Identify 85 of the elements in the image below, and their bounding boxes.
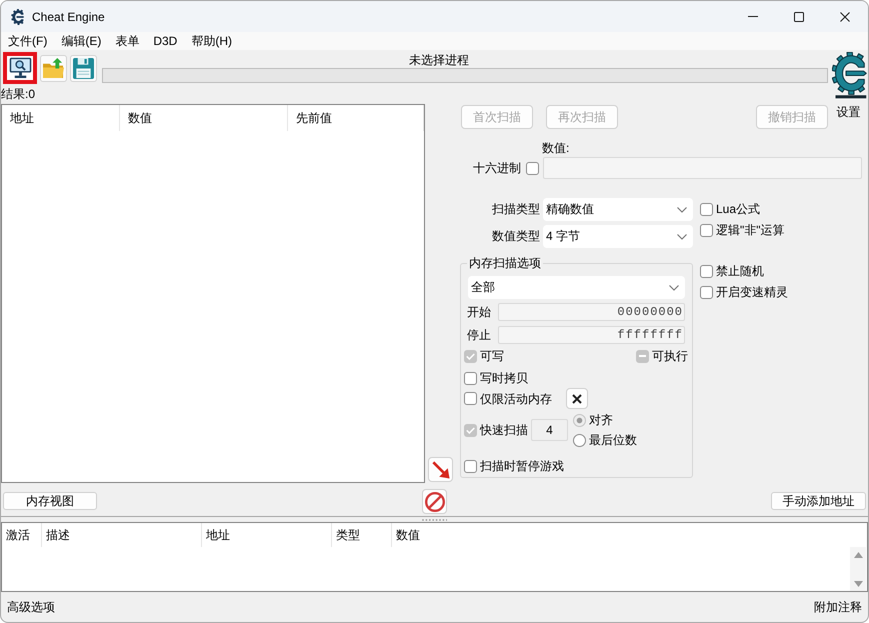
field-label: 数值类型 [491,228,540,245]
checkbox[interactable] [464,460,477,472]
checkmark-icon [466,352,475,360]
clear-button[interactable] [566,388,588,409]
start-address-field[interactable]: 00000000 [498,303,685,321]
scan-type-dropdown[interactable]: 精确数值 [543,198,693,221]
app-logo-icon [11,8,25,24]
checkbox[interactable] [700,286,713,298]
scrollbar[interactable] [850,547,866,591]
advanced-options-link[interactable]: 高级选项 [7,599,55,615]
column-header: 激活 [2,523,42,547]
value-label: 数值: [542,140,570,156]
checkbox-label: 写时拷贝 [480,370,528,386]
column-header: 先前值 [288,105,424,131]
region-dropdown[interactable]: 全部 [468,276,685,299]
checkbox-label: 禁止随机 [716,263,764,279]
memory-view-button[interactable]: 内存视图 [3,492,97,510]
field-label: 停止 [467,326,492,344]
checkbox-label: 开启变速精灵 [716,284,788,300]
checkbox-label: 可写 [480,348,504,364]
open-process-button[interactable] [3,52,37,84]
checkbox[interactable] [526,162,539,174]
group-title: 内存扫描选项 [468,256,542,270]
radio-label: 最后位数 [589,432,637,448]
folder-arrow-icon [42,58,65,78]
chevron-down-icon [677,234,687,240]
checkbox-label: 快速扫描 [480,422,528,438]
table-extras-link[interactable]: 附加注释 [814,599,862,615]
minimize-icon [748,16,758,17]
field-label: 开始 [467,304,492,320]
window-title: Cheat Engine [32,8,105,24]
cross-icon [572,394,582,404]
column-header: 描述 [42,523,202,547]
minus-icon [639,355,646,357]
open-file-button[interactable] [40,54,67,82]
monitor-search-icon [8,57,32,79]
menu-item[interactable]: D3D [146,32,184,50]
column-header: 地址 [202,523,332,547]
stop-address-field[interactable]: ffffffff [498,326,685,344]
column-header: 类型 [332,523,392,547]
menu-item[interactable]: 文件(F) [1,32,54,50]
gear-logo-icon [832,52,868,99]
radio-button[interactable] [573,414,586,426]
diagonal-arrow-icon [432,460,450,478]
value-field[interactable] [543,157,862,179]
maximize-icon [794,12,804,22]
checkbox[interactable] [636,350,649,362]
chevron-down-icon [677,206,687,212]
column-header: 地址 [2,105,120,131]
column-header: 数值 [395,527,420,544]
checkbox[interactable] [464,424,477,436]
down-triangle-icon[interactable] [854,581,862,587]
checkbox-label: 仅限活动内存 [480,390,552,406]
add-address-button[interactable]: 手动添加地址 [771,492,866,510]
close-icon [840,12,850,22]
column-header: 数值 [120,105,288,131]
chevron-down-icon [669,284,679,290]
checkbox-label: 可执行 [652,348,688,364]
checkmark-icon [466,426,475,434]
checkbox[interactable] [464,392,477,405]
checkbox-label: 逻辑"非"运算 [716,222,785,238]
radio-label: 对齐 [589,412,613,428]
checkbox[interactable] [700,264,713,278]
menu-item[interactable]: 编辑(E) [54,32,108,50]
checkbox-label: 扫描时暂停游戏 [480,458,564,474]
arrow-button[interactable] [428,457,453,482]
settings-button[interactable]: 设置 [829,52,868,119]
checkbox[interactable] [464,350,477,362]
save-button[interactable] [70,54,97,82]
prohibited-icon [424,492,444,512]
value-type-dropdown[interactable]: 4 字节 [543,225,693,248]
checkbox-label: Lua公式 [716,201,760,217]
checkbox[interactable] [700,224,713,236]
menu-item[interactable]: 表单 [108,32,146,50]
checkbox-label: 十六进制 [473,160,521,176]
stop-button[interactable] [422,489,447,514]
checkbox[interactable] [700,202,713,216]
radio-button[interactable] [573,434,586,446]
up-triangle-icon[interactable] [854,552,862,558]
checkbox[interactable] [464,372,477,384]
field-label: 扫描类型 [491,201,540,218]
process-name: 未选择进程 [409,52,469,68]
fast-scan-field[interactable]: 4 [531,419,568,441]
results-count: 结果:0 [1,87,36,101]
menu-item[interactable]: 帮助(H) [184,32,240,50]
